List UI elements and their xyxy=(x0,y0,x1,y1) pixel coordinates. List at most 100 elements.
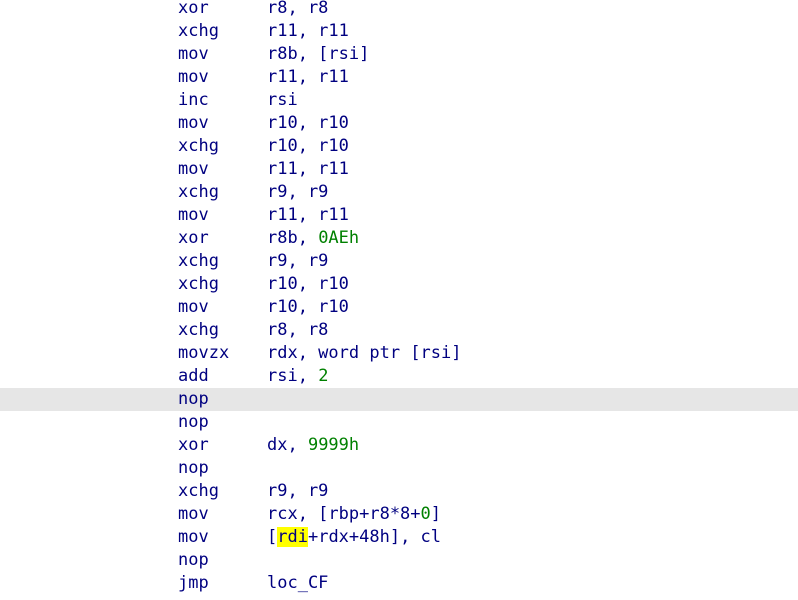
instruction-mnemonic[interactable]: jmp xyxy=(178,572,209,595)
instruction-line[interactable]: mov r11, r11 xyxy=(0,66,798,89)
instruction-operands[interactable]: loc_CF xyxy=(267,572,328,595)
instruction-operands[interactable]: rcx, [rbp+r8*8+0] xyxy=(267,503,441,526)
instruction-operands[interactable]: r11, r11 xyxy=(267,158,349,181)
instruction-mnemonic[interactable]: xchg xyxy=(178,250,219,273)
instruction-line[interactable]: inc rsi xyxy=(0,89,798,112)
operand-text[interactable]: rcx, [rbp+r8*8+ xyxy=(267,504,421,524)
instruction-mnemonic[interactable]: xchg xyxy=(178,20,219,43)
instruction-mnemonic[interactable]: xchg xyxy=(178,273,219,296)
instruction-operands[interactable]: r8b, [rsi] xyxy=(267,43,369,66)
instruction-line[interactable]: xor r8b, 0AEh xyxy=(0,227,798,250)
operand-text[interactable]: r11, r11 xyxy=(267,159,349,179)
instruction-line[interactable]: xchg r8, r8 xyxy=(0,319,798,342)
instruction-line[interactable]: xor r8, r8 xyxy=(0,0,798,20)
instruction-mnemonic[interactable]: xor xyxy=(178,434,209,457)
instruction-operands[interactable]: r10, r10 xyxy=(267,296,349,319)
operand-text[interactable]: r9, r9 xyxy=(267,481,328,501)
numeric-operand[interactable]: 0AEh xyxy=(318,228,359,248)
instruction-line[interactable]: add rsi, 2 xyxy=(0,365,798,388)
instruction-operands[interactable]: r10, r10 xyxy=(267,112,349,135)
instruction-operands[interactable]: rsi xyxy=(267,89,298,112)
instruction-line[interactable]: xchg r10, r10 xyxy=(0,273,798,296)
operand-text[interactable]: r8b, xyxy=(267,228,318,248)
instruction-mnemonic[interactable]: nop xyxy=(178,411,209,434)
operand-text[interactable]: r8, r8 xyxy=(267,0,328,18)
instruction-operands[interactable]: r8, r8 xyxy=(267,0,328,20)
instruction-operands[interactable]: r9, r9 xyxy=(267,250,328,273)
instruction-operands[interactable]: r8, r8 xyxy=(267,319,328,342)
operand-text[interactable]: loc_CF xyxy=(267,573,328,593)
numeric-operand[interactable]: 9999h xyxy=(308,435,359,455)
instruction-mnemonic[interactable]: mov xyxy=(178,43,209,66)
instruction-operands[interactable]: [rdi+rdx+48h], cl xyxy=(267,526,441,549)
instruction-mnemonic[interactable]: mov xyxy=(178,204,209,227)
highlighted-register[interactable]: rdi xyxy=(277,527,308,547)
instruction-mnemonic[interactable]: xchg xyxy=(178,319,219,342)
operand-text[interactable]: r11, r11 xyxy=(267,21,349,41)
instruction-line[interactable]: mov r8b, [rsi] xyxy=(0,43,798,66)
operand-text[interactable]: +rdx+48h], cl xyxy=(308,527,441,547)
operand-text[interactable]: dx, xyxy=(267,435,308,455)
instruction-mnemonic[interactable]: xchg xyxy=(178,181,219,204)
instruction-line[interactable]: mov r10, r10 xyxy=(0,296,798,319)
instruction-operands[interactable]: r11, r11 xyxy=(267,20,349,43)
operand-text[interactable]: r10, r10 xyxy=(267,297,349,317)
instruction-line[interactable]: movzx rdx, word ptr [rsi] xyxy=(0,342,798,365)
instruction-operands[interactable]: r10, r10 xyxy=(267,273,349,296)
instruction-line[interactable]: xchg r9, r9 xyxy=(0,181,798,204)
instruction-mnemonic[interactable]: xchg xyxy=(178,480,219,503)
instruction-line[interactable]: xchg r10, r10 xyxy=(0,135,798,158)
instruction-mnemonic[interactable]: xor xyxy=(178,227,209,250)
instruction-mnemonic[interactable]: nop xyxy=(178,388,209,411)
instruction-line[interactable]: xchg r9, r9 xyxy=(0,250,798,273)
instruction-operands[interactable]: rsi, 2 xyxy=(267,365,328,388)
instruction-mnemonic[interactable]: mov xyxy=(178,503,209,526)
operand-text[interactable]: [ xyxy=(267,527,277,547)
instruction-operands[interactable]: r11, r11 xyxy=(267,66,349,89)
instruction-mnemonic[interactable]: add xyxy=(178,365,209,388)
instruction-mnemonic[interactable]: mov xyxy=(178,112,209,135)
operand-text[interactable]: rsi, xyxy=(267,366,318,386)
numeric-operand[interactable]: 2 xyxy=(318,366,328,386)
instruction-line[interactable]: mov r11, r11 xyxy=(0,204,798,227)
instruction-line[interactable]: mov [rdi+rdx+48h], cl xyxy=(0,526,798,549)
instruction-line[interactable]: xor dx, 9999h xyxy=(0,434,798,457)
current-instruction-line[interactable]: nop xyxy=(0,388,798,411)
instruction-mnemonic[interactable]: mov xyxy=(178,66,209,89)
instruction-line[interactable]: xchg r9, r9 xyxy=(0,480,798,503)
instruction-operands[interactable]: r9, r9 xyxy=(267,181,328,204)
operand-text[interactable]: r10, r10 xyxy=(267,274,349,294)
operand-text[interactable]: r8b, [rsi] xyxy=(267,44,369,64)
operand-text[interactable]: rdx, word ptr [rsi] xyxy=(267,343,461,363)
instruction-line[interactable]: nop xyxy=(0,457,798,480)
operand-text[interactable]: ] xyxy=(431,504,441,524)
instruction-mnemonic[interactable]: nop xyxy=(178,549,209,572)
instruction-operands[interactable]: rdx, word ptr [rsi] xyxy=(267,342,461,365)
operand-text[interactable]: r10, r10 xyxy=(267,136,349,156)
operand-text[interactable]: r8, r8 xyxy=(267,320,328,340)
instruction-operands[interactable]: r10, r10 xyxy=(267,135,349,158)
operand-text[interactable]: r11, r11 xyxy=(267,205,349,225)
instruction-operands[interactable]: r9, r9 xyxy=(267,480,328,503)
instruction-line[interactable]: mov r10, r10 xyxy=(0,112,798,135)
instruction-line[interactable]: nop xyxy=(0,549,798,572)
instruction-mnemonic[interactable]: mov xyxy=(178,296,209,319)
instruction-operands[interactable]: r11, r11 xyxy=(267,204,349,227)
instruction-mnemonic[interactable]: nop xyxy=(178,457,209,480)
instruction-line[interactable]: xchg r11, r11 xyxy=(0,20,798,43)
instruction-mnemonic[interactable]: xchg xyxy=(178,135,219,158)
instruction-line[interactable]: jmp loc_CF xyxy=(0,572,798,595)
operand-text[interactable]: r11, r11 xyxy=(267,67,349,87)
instruction-mnemonic[interactable]: movzx xyxy=(178,342,229,365)
disassembly-listing[interactable]: xor r8, r8 xchg r11, r11 mov r8b, [rsi] mov r11… xyxy=(0,0,798,595)
instruction-operands[interactable]: r8b, 0AEh xyxy=(267,227,359,250)
operand-text[interactable]: r9, r9 xyxy=(267,251,328,271)
instruction-line[interactable]: mov rcx, [rbp+r8*8+0] xyxy=(0,503,798,526)
instruction-operands[interactable]: dx, 9999h xyxy=(267,434,359,457)
operand-text[interactable]: rsi xyxy=(267,90,298,110)
numeric-operand[interactable]: 0 xyxy=(421,504,431,524)
operand-text[interactable]: r9, r9 xyxy=(267,182,328,202)
instruction-mnemonic[interactable]: mov xyxy=(178,526,209,549)
instruction-line[interactable]: mov r11, r11 xyxy=(0,158,798,181)
operand-text[interactable]: r10, r10 xyxy=(267,113,349,133)
